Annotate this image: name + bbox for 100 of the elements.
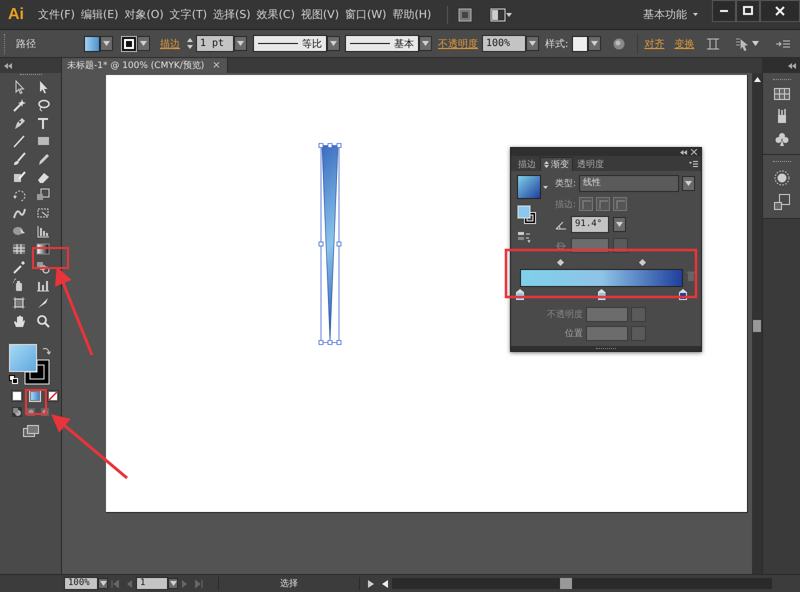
sun-icon[interactable] xyxy=(774,170,790,186)
style-dropdown[interactable] xyxy=(588,36,602,51)
rectangle-icon[interactable] xyxy=(36,134,50,148)
collapse-icon[interactable] xyxy=(4,62,12,68)
panel-menu-icon[interactable] xyxy=(776,38,790,48)
opacity-field[interactable]: 100% xyxy=(482,35,526,52)
menu-item[interactable]: 视图(V) xyxy=(300,5,339,24)
tab-close-button[interactable]: × xyxy=(212,60,221,71)
opacity-dropdown[interactable] xyxy=(526,36,539,51)
fill-stroke-icon[interactable] xyxy=(517,205,537,225)
gradient-type-dropdown[interactable]: 线性 xyxy=(579,175,679,192)
bridge-icon[interactable] xyxy=(458,8,472,22)
blob-brush-icon[interactable] xyxy=(12,170,26,184)
scroll-up-icon[interactable] xyxy=(754,77,760,82)
shape-builder-icon[interactable] xyxy=(12,224,26,238)
caret-icon[interactable] xyxy=(685,181,692,186)
transform-link[interactable]: 变换 xyxy=(674,36,694,50)
brush-icon[interactable] xyxy=(12,152,26,166)
caret-icon[interactable] xyxy=(170,581,176,586)
caret-icon[interactable] xyxy=(529,41,536,46)
step-bars-icon[interactable] xyxy=(36,224,50,238)
panel-tab[interactable]: 透明度 xyxy=(573,157,608,171)
fill-dropdown[interactable] xyxy=(100,36,113,51)
scale-icon[interactable] xyxy=(36,188,50,202)
midpoint-handle[interactable] xyxy=(638,258,646,266)
caret-icon[interactable] xyxy=(100,581,106,586)
reverse-gradient-icon[interactable] xyxy=(517,231,531,243)
stroke-dropdown[interactable] xyxy=(137,36,150,51)
menu-item[interactable]: 窗口(W) xyxy=(344,5,386,24)
document-tab[interactable]: 未标题-1* @ 100% (CMYK/预览) × xyxy=(62,58,228,73)
graphic-style-swatch[interactable] xyxy=(572,36,588,52)
opacity-link[interactable]: 不透明度 xyxy=(438,36,478,50)
line-icon[interactable] xyxy=(12,134,26,148)
close-icon[interactable] xyxy=(691,149,697,155)
stroke-weight-field[interactable]: 1 pt xyxy=(196,35,234,52)
midpoint-handle[interactable] xyxy=(557,258,564,266)
magic-wand-icon[interactable] xyxy=(12,98,26,112)
stroke-swatch[interactable] xyxy=(24,360,49,384)
globe-icon[interactable] xyxy=(613,38,626,50)
collapse-icon[interactable] xyxy=(788,62,796,68)
zoom-icon[interactable] xyxy=(36,314,50,328)
layout-icon[interactable] xyxy=(490,8,512,22)
club-icon[interactable] xyxy=(774,132,788,146)
eraser-icon[interactable] xyxy=(36,170,50,184)
gradient-preview-bar[interactable] xyxy=(520,269,683,287)
minimize-button[interactable] xyxy=(712,0,736,22)
artboard-icon[interactable] xyxy=(12,296,26,310)
menu-item[interactable]: 效果(C) xyxy=(256,5,295,24)
hand-icon[interactable] xyxy=(12,314,26,328)
caret-icon[interactable] xyxy=(330,41,337,46)
caret-icon[interactable] xyxy=(591,41,598,46)
bounding-box[interactable] xyxy=(318,143,342,345)
type-icon[interactable] xyxy=(36,116,50,130)
isolate-icon[interactable] xyxy=(706,38,720,50)
fill-swatch[interactable] xyxy=(84,36,100,52)
stroke-link[interactable]: 描边 xyxy=(160,36,180,50)
zoom-dropdown[interactable] xyxy=(98,578,108,589)
stroke-within-icon[interactable] xyxy=(579,197,594,211)
caret-icon[interactable] xyxy=(543,186,548,188)
default-colors-icon[interactable] xyxy=(8,375,18,384)
blend-icon[interactable] xyxy=(36,260,50,274)
menu-item[interactable]: 帮助(H) xyxy=(392,5,432,24)
menu-item[interactable]: 对象(O) xyxy=(124,5,164,24)
none-mode-button[interactable] xyxy=(47,390,59,402)
draw-normal-icon[interactable] xyxy=(12,407,22,417)
menu-item[interactable]: 选择(S) xyxy=(213,5,251,24)
variable-width-profile[interactable]: 等比 xyxy=(253,35,327,52)
page-field[interactable]: 1 xyxy=(136,577,168,590)
menu-item[interactable]: 编辑(E) xyxy=(80,5,118,24)
panel-tab[interactable]: 描边 xyxy=(514,157,540,171)
screen-mode-icon[interactable] xyxy=(22,425,38,437)
caret-icon[interactable] xyxy=(422,41,429,46)
caret-icon[interactable] xyxy=(616,222,623,227)
menu-item[interactable]: 文字(T) xyxy=(170,5,208,24)
menu-item[interactable]: 文件(F) xyxy=(38,5,75,24)
spinner-icon[interactable] xyxy=(186,36,194,51)
align-link[interactable]: 对齐 xyxy=(644,36,664,50)
swatches-icon[interactable] xyxy=(774,88,790,100)
zoom-field[interactable]: 100% xyxy=(64,577,98,590)
scrollbar-thumb[interactable] xyxy=(753,320,761,332)
scrollbar-thumb[interactable] xyxy=(560,578,572,589)
maximize-button[interactable] xyxy=(736,0,760,22)
caret-icon[interactable] xyxy=(140,41,147,46)
brush-dropdown[interactable] xyxy=(419,36,432,51)
cursor-options-icon[interactable] xyxy=(734,36,748,50)
stroke-along-icon[interactable] xyxy=(596,197,610,211)
angle-field[interactable]: 91.4° xyxy=(571,216,609,233)
close-button[interactable] xyxy=(760,0,800,22)
lasso-icon[interactable] xyxy=(36,98,50,112)
play-icon[interactable] xyxy=(368,580,374,588)
gradient-fill-preview[interactable] xyxy=(517,175,541,199)
free-transform-icon[interactable] xyxy=(36,206,50,220)
brush-definition[interactable]: 基本 xyxy=(345,35,419,52)
color-mode-button[interactable] xyxy=(11,390,23,402)
warp-icon[interactable] xyxy=(12,206,26,220)
scroll-left-icon[interactable] xyxy=(382,580,388,588)
stroke-across-icon[interactable] xyxy=(613,197,628,211)
caret-icon[interactable] xyxy=(693,13,698,16)
caret-icon[interactable] xyxy=(752,41,760,46)
caret-icon[interactable] xyxy=(237,41,244,46)
